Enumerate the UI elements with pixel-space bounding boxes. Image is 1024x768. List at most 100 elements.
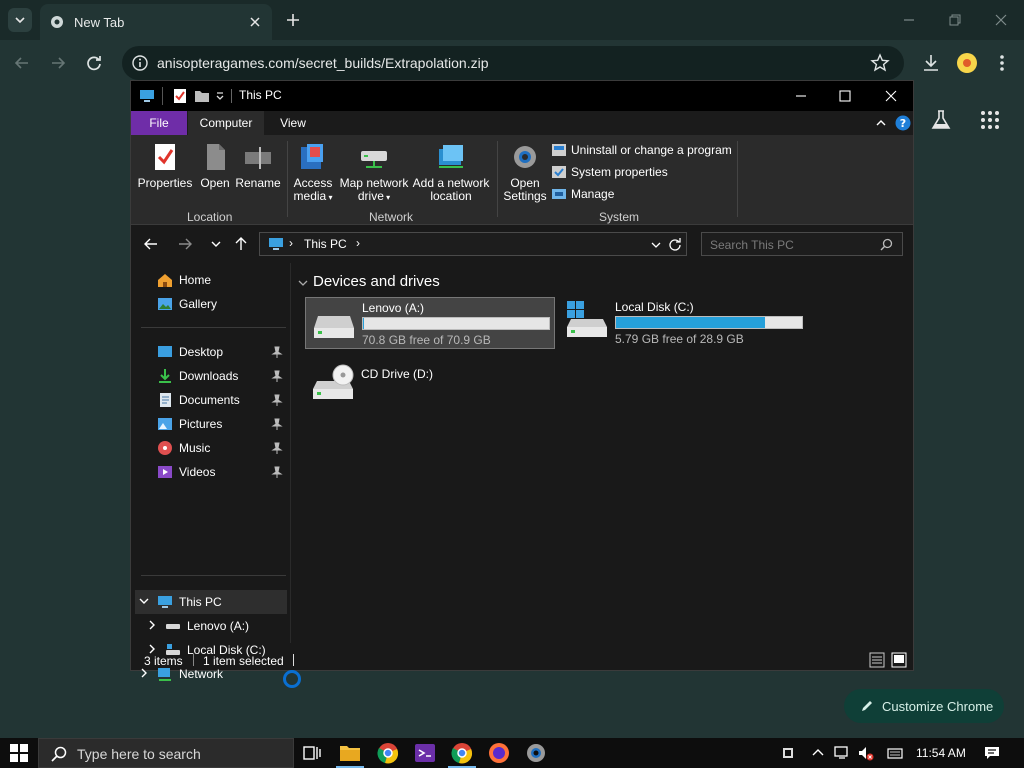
- properties-check-icon[interactable]: [173, 88, 187, 104]
- tray-app-icon[interactable]: [780, 745, 796, 761]
- breadcrumb-this-pc[interactable]: This PC: [304, 237, 347, 251]
- large-icons-view-icon[interactable]: [891, 652, 907, 668]
- map-network-drive-button[interactable]: Map network drive ▾: [337, 141, 411, 204]
- bookmark-star-icon[interactable]: [870, 53, 890, 73]
- add-network-location-button[interactable]: Add a network location: [411, 141, 491, 203]
- nav-item-documents[interactable]: Documents: [157, 389, 240, 411]
- chrome-tab-new-tab[interactable]: New Tab: [40, 4, 272, 40]
- taskbar-search-input[interactable]: Type here to search: [38, 738, 294, 768]
- keyboard-icon[interactable]: [887, 745, 903, 761]
- details-view-icon[interactable]: [869, 652, 885, 668]
- pin-icon[interactable]: [271, 418, 283, 430]
- close-window-icon[interactable]: [991, 10, 1011, 30]
- pin-icon[interactable]: [271, 346, 283, 358]
- drive-icon: [314, 316, 354, 338]
- pin-icon[interactable]: [271, 442, 283, 454]
- network-location-icon: [439, 145, 463, 168]
- drive-local-disk-c[interactable]: Local Disk (C:) 5.79 GB free of 28.9 GB: [559, 297, 809, 349]
- recent-locations-chevron-icon[interactable]: [210, 238, 222, 250]
- profile-avatar[interactable]: [957, 53, 977, 73]
- chevron-right-icon[interactable]: ›: [356, 236, 360, 250]
- tab-computer[interactable]: Computer: [188, 111, 264, 135]
- new-folder-icon[interactable]: [194, 89, 210, 103]
- notification-center-icon[interactable]: [984, 745, 1000, 761]
- reload-icon[interactable]: [83, 52, 105, 74]
- chrome-profile-taskbar-icon[interactable]: [450, 741, 474, 765]
- kebab-menu-icon[interactable]: [992, 52, 1012, 74]
- manage-button[interactable]: Manage: [551, 184, 614, 204]
- taskbar-clock[interactable]: 11:54 AM: [916, 746, 966, 760]
- access-media-button[interactable]: Access media ▾: [293, 141, 333, 204]
- chrome-taskbar-icon[interactable]: [376, 741, 400, 765]
- address-bar[interactable]: anisopteragames.com/secret_builds/Extrap…: [122, 46, 904, 80]
- site-info-icon[interactable]: [131, 54, 149, 72]
- settings-gear-taskbar-icon[interactable]: [524, 741, 548, 765]
- section-devices-and-drives[interactable]: Devices and drives: [313, 273, 440, 290]
- address-dropdown-icon[interactable]: [650, 239, 662, 251]
- system-properties-button[interactable]: System properties: [551, 162, 668, 182]
- drive-cd-d[interactable]: CD Drive (D:): [305, 359, 555, 411]
- search-input[interactable]: Search This PC: [701, 232, 903, 256]
- uninstall-program-button[interactable]: Uninstall or change a program: [551, 140, 732, 160]
- group-label-system: System: [599, 210, 640, 224]
- apps-grid-icon[interactable]: [978, 108, 1002, 132]
- nav-item-downloads[interactable]: Downloads: [157, 365, 238, 387]
- pin-icon[interactable]: [271, 394, 283, 406]
- qat-dropdown-icon[interactable]: [215, 91, 225, 101]
- download-icon[interactable]: [920, 52, 942, 74]
- properties-button[interactable]: Properties: [137, 141, 193, 190]
- nav-item-desktop[interactable]: Desktop: [157, 341, 223, 363]
- forward-arrow-icon[interactable]: [47, 52, 69, 74]
- nav-item-pictures[interactable]: Pictures: [157, 413, 222, 435]
- open-button[interactable]: Open: [197, 141, 233, 190]
- pin-icon[interactable]: [271, 466, 283, 478]
- help-icon[interactable]: ?: [895, 115, 911, 131]
- minimize-icon[interactable]: [790, 85, 812, 107]
- pin-icon[interactable]: [271, 370, 283, 382]
- labs-flask-icon[interactable]: [929, 108, 953, 132]
- nav-item-gallery[interactable]: Gallery: [157, 293, 217, 315]
- visual-studio-icon[interactable]: [413, 741, 437, 765]
- properties-icon: [155, 144, 175, 170]
- windows-start-icon[interactable]: [10, 744, 28, 762]
- maximize-icon[interactable]: [834, 85, 856, 107]
- tab-search-button[interactable]: [8, 8, 32, 32]
- close-icon[interactable]: [246, 13, 264, 31]
- music-icon: [158, 441, 172, 455]
- forward-arrow-icon[interactable]: [177, 236, 193, 252]
- explorer-address-bar[interactable]: › This PC ›: [259, 232, 687, 256]
- nav-item-home[interactable]: Home: [157, 269, 211, 291]
- downloads-arrow-icon: [159, 369, 171, 383]
- chrome-tab-strip: New Tab: [0, 0, 1024, 40]
- drive-usage-bar: [615, 316, 803, 329]
- nav-item-videos[interactable]: Videos: [157, 461, 215, 483]
- firefox-icon[interactable]: [487, 741, 511, 765]
- tab-file[interactable]: File: [131, 111, 187, 135]
- chevron-down-icon[interactable]: [297, 277, 309, 289]
- file-explorer-taskbar-icon[interactable]: [338, 741, 362, 765]
- nav-item-this-pc[interactable]: This PC: [157, 591, 222, 613]
- tray-chevron-up-icon[interactable]: [810, 745, 826, 761]
- tab-view[interactable]: View: [264, 111, 322, 135]
- chevron-right-icon[interactable]: [147, 620, 157, 630]
- collapse-ribbon-chevron-icon[interactable]: [875, 117, 887, 129]
- back-arrow-icon[interactable]: [11, 52, 33, 74]
- drive-lenovo-a[interactable]: Lenovo (A:) 70.8 GB free of 70.9 GB: [305, 297, 555, 349]
- up-arrow-icon[interactable]: [233, 236, 249, 252]
- nav-item-lenovo-drive[interactable]: Lenovo (A:): [165, 615, 249, 637]
- network-tray-icon[interactable]: [834, 745, 850, 761]
- restore-icon[interactable]: [945, 10, 965, 30]
- title-separator: [231, 89, 232, 103]
- rename-button[interactable]: Rename: [235, 141, 281, 190]
- task-view-icon[interactable]: [300, 741, 324, 765]
- back-arrow-icon[interactable]: [143, 236, 159, 252]
- volume-muted-icon[interactable]: [858, 745, 874, 761]
- close-icon[interactable]: [880, 85, 902, 107]
- customize-chrome-button[interactable]: Customize Chrome: [844, 689, 1004, 723]
- minimize-icon[interactable]: [899, 10, 919, 30]
- nav-item-music[interactable]: Music: [157, 437, 210, 459]
- chevron-down-icon[interactable]: [139, 596, 149, 606]
- open-settings-button[interactable]: Open Settings: [503, 141, 547, 203]
- new-tab-plus-icon[interactable]: [283, 10, 303, 30]
- refresh-icon[interactable]: [668, 237, 682, 251]
